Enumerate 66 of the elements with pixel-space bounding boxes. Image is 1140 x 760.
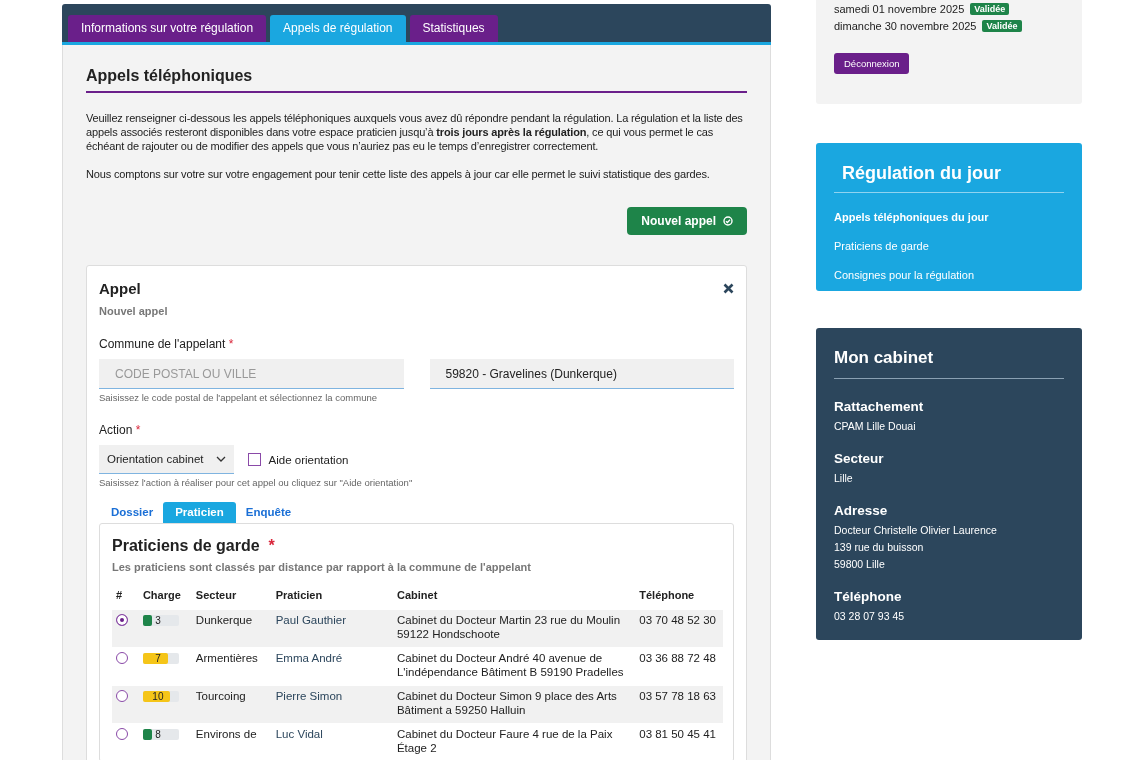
nav-tab[interactable]: Informations sur votre régulation — [68, 15, 267, 42]
panel-title: Praticiens de garde * — [112, 537, 275, 554]
charge-meter: 10 — [142, 691, 179, 702]
info-text: Lille — [834, 474, 854, 483]
row-radio[interactable] — [116, 690, 128, 702]
info-text: Docteur Christelle Olivier Laurence — [834, 526, 998, 535]
column-header: # — [112, 589, 139, 610]
row-radio[interactable] — [116, 614, 128, 626]
close-icon[interactable] — [723, 283, 734, 294]
practitioner-link[interactable]: Pierre Simon — [271, 685, 393, 724]
intro-paragraph: Veuillez renseigner ci-dessous les appels téléphoniques auxquels vous avez dû répondre pendant la régulation. La régulation et la liste des appels associés resteront disponibles dans votre espace praticien jusqu’à trois jours après la régulation, ce qui vous permet le cas échéant de rajouter ou de modifier des appels que vous n’auriez pas eu le temps d’enregistrer correctement. — [86, 111, 744, 153]
card-title: Régulation du jour — [834, 163, 1064, 193]
card-subtitle: Nouvel appel — [99, 305, 168, 317]
info-heading: Rattachement — [834, 399, 925, 414]
info-heading: Secteur — [834, 451, 885, 466]
action-dropdown[interactable]: Orientation cabinet — [99, 445, 234, 474]
table-cell: 03 70 48 52 30 — [635, 609, 723, 648]
aid-checkbox[interactable]: Aide orientation — [247, 453, 349, 466]
sub-tab[interactable]: Enquête — [239, 502, 298, 523]
info-text: 59800 Lille — [834, 560, 886, 569]
postal-code-field[interactable]: CODE POSTAL OU VILLE — [99, 359, 404, 389]
new-call-button[interactable]: Nouvel appel — [627, 207, 747, 235]
sub-tab[interactable]: Dossier — [105, 502, 160, 523]
table-cell: Environs de — [191, 723, 272, 760]
logout-button[interactable]: Déconnexion — [834, 53, 910, 74]
info-heading: Adresse — [834, 503, 889, 518]
table-cell: Cabinet du Docteur Simon 9 place des Arts Bâtiment a 59250 Halluin — [392, 685, 636, 724]
card-title: Appel — [99, 280, 142, 297]
status-badge: Validée — [982, 19, 1022, 32]
table-cell: Tourcoing — [191, 685, 272, 724]
charge-meter: 3 — [142, 615, 179, 626]
table-cell: 03 81 50 45 41 — [635, 723, 723, 760]
column-header: Charge — [138, 589, 192, 610]
field-hint: Saisissez l'action à réaliser pour cet appel ou cliquez sur "Aide orientation" — [99, 477, 414, 488]
table-cell: Cabinet du Docteur Martin 23 rue du Moulin 59122 Hondschoote — [392, 609, 636, 648]
panel-subtitle: Les praticiens sont classés par distance par rapport à la commune de l'appelant — [112, 561, 532, 573]
column-header: Secteur — [191, 589, 272, 610]
charge-meter: 7 — [142, 653, 179, 664]
column-header: Téléphone — [635, 589, 723, 610]
nav-tab[interactable]: Statistiques — [409, 15, 498, 42]
card-title: Mon cabinet — [834, 348, 1064, 379]
row-radio[interactable] — [116, 652, 128, 664]
field-label: Commune de l'appelant * — [99, 337, 235, 351]
practitioner-link[interactable]: Luc Vidal — [271, 723, 393, 760]
field-hint: Saisissez le code postal de l'appelant et sélectionnez la commune — [99, 392, 378, 403]
column-header: Cabinet — [392, 589, 636, 610]
table-cell: Dunkerque — [191, 609, 272, 648]
column-header: Praticien — [271, 589, 393, 610]
check-circle-icon — [723, 216, 733, 226]
session-date: samedi 01 novembre 2025 — [834, 2, 965, 15]
info-text: 139 rue du buisson — [834, 543, 925, 552]
table-cell: Cabinet du Docteur Faure 4 rue de la Paix Étage 2 — [392, 723, 636, 760]
field-label: Action * — [99, 423, 142, 437]
info-text: CPAM Lille Douai — [834, 422, 917, 431]
charge-meter: 8 — [142, 729, 179, 740]
info-text: 03 28 07 93 45 — [834, 612, 906, 621]
table-cell: 03 57 78 18 63 — [635, 685, 723, 724]
status-badge: Validée — [970, 2, 1010, 15]
practitioner-link[interactable]: Paul Gauthier — [271, 609, 393, 648]
section-title: Appels téléphoniques — [86, 67, 747, 93]
info-heading: Téléphone — [834, 589, 903, 604]
row-radio[interactable] — [116, 728, 128, 740]
intro-paragraph: Nous comptons sur votre sur votre engagement pour tenir cette liste des appels à jour car elle permet le suivi statistique des gardes. — [86, 167, 711, 181]
session-date: dimanche 30 novembre 2025 — [834, 19, 977, 32]
commune-field[interactable]: 59820 - Gravelines (Dunkerque) — [429, 359, 734, 389]
chevron-down-icon — [215, 456, 226, 462]
